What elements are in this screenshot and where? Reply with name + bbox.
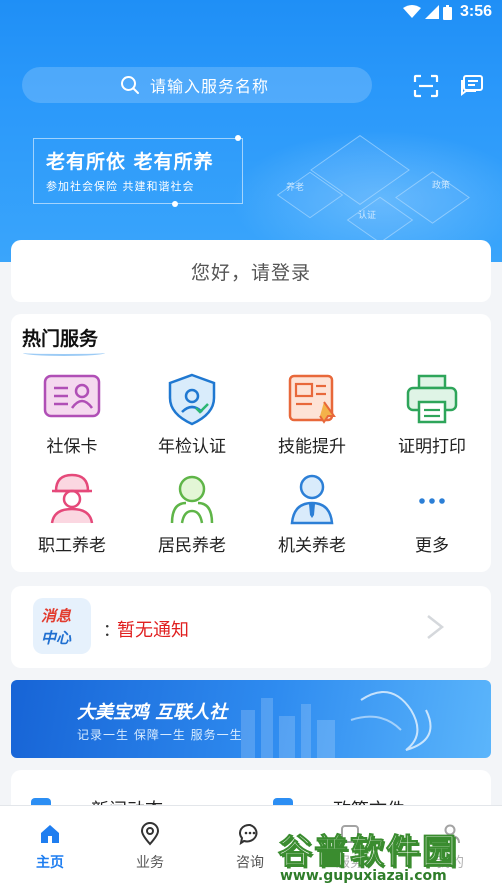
banner-dot bbox=[172, 201, 178, 207]
battery-icon bbox=[442, 4, 452, 20]
watermark-url: www.gupuxiazai.com bbox=[280, 868, 447, 884]
promo-title: 大美宝鸡 互联人社 bbox=[77, 702, 228, 723]
service-label: 社保卡 bbox=[46, 437, 98, 457]
header-background bbox=[0, 0, 502, 262]
login-prompt[interactable]: 您好，请登录 bbox=[11, 240, 491, 302]
status-bar: 3:56 bbox=[0, 0, 502, 26]
hot-services-card: 热门服务 社保卡 年检认证 技能提升 证明打印 职工养老 居民养老 机关养老 更… bbox=[11, 314, 491, 572]
nav-consult[interactable]: 咨询 bbox=[220, 822, 280, 872]
search-input[interactable]: 请输入服务名称 bbox=[22, 67, 372, 103]
badge-line1: 消息 bbox=[41, 607, 72, 625]
printer-icon bbox=[406, 374, 458, 424]
service-social-security-card[interactable]: 社保卡 bbox=[22, 372, 122, 457]
service-annual-certification[interactable]: 年检认证 bbox=[142, 372, 242, 457]
banner-label: 认证 bbox=[358, 211, 377, 221]
service-worker-pension[interactable]: 职工养老 bbox=[22, 471, 122, 556]
banner-dot bbox=[235, 135, 241, 141]
service-label: 证明打印 bbox=[398, 437, 466, 457]
service-more[interactable]: 更多 bbox=[382, 471, 482, 556]
promo-banner[interactable]: 大美宝鸡 互联人社 记录一生 保障一生 服务一生 bbox=[11, 680, 491, 758]
signal-icon bbox=[424, 5, 439, 19]
search-icon bbox=[121, 76, 139, 94]
worker-helmet-icon bbox=[50, 473, 94, 524]
nav-label: 业务 bbox=[136, 855, 164, 871]
shield-check-icon bbox=[168, 373, 216, 426]
notice-text: 暂无通知 bbox=[117, 620, 189, 641]
chat-icon bbox=[239, 823, 258, 846]
promo-subtitle: 记录一生 保障一生 服务一生 bbox=[77, 728, 243, 742]
nav-home[interactable]: 主页 bbox=[20, 822, 80, 872]
watermark-title: 谷普软件园 bbox=[278, 832, 458, 873]
section-title: 热门服务 bbox=[22, 328, 99, 350]
home-icon bbox=[41, 825, 59, 843]
more-dots-icon bbox=[419, 498, 445, 504]
location-icon bbox=[140, 822, 160, 846]
login-text: 您好，请登录 bbox=[190, 261, 311, 284]
status-time: 3:56 bbox=[459, 3, 492, 20]
banner-label: 政策 bbox=[432, 181, 451, 191]
service-label: 年检认证 bbox=[158, 437, 226, 457]
service-label: 更多 bbox=[415, 536, 449, 556]
service-label: 居民养老 bbox=[158, 536, 226, 556]
banner-title: 老有所依 老有所养 bbox=[46, 151, 214, 173]
service-resident-pension[interactable]: 居民养老 bbox=[142, 471, 242, 556]
certificate-icon bbox=[288, 374, 336, 424]
nav-label: 主页 bbox=[36, 855, 64, 871]
nav-business[interactable]: 业务 bbox=[120, 822, 180, 872]
city-skyline-decoration bbox=[241, 691, 432, 758]
scan-icon[interactable] bbox=[413, 74, 439, 98]
message-center-badge: 消息 中心 bbox=[33, 598, 91, 654]
banner-label: 养老 bbox=[286, 183, 305, 193]
banner-subtitle: 参加社会保险 共建和谐社会 bbox=[46, 180, 195, 193]
nav-label: 咨询 bbox=[236, 855, 264, 871]
service-label: 职工养老 bbox=[38, 536, 106, 556]
message-icon[interactable] bbox=[460, 74, 484, 98]
service-label: 机关养老 bbox=[278, 536, 346, 556]
site-watermark: 谷普软件园 www.gupuxiazai.com bbox=[276, 822, 502, 892]
social-security-card-icon bbox=[43, 374, 101, 418]
badge-line2: 中心 bbox=[41, 629, 72, 647]
resident-icon bbox=[170, 475, 214, 524]
message-center-card[interactable]: 消息 中心 ： 暂无通知 bbox=[11, 586, 491, 668]
service-skill-upgrade[interactable]: 技能提升 bbox=[262, 372, 362, 457]
search-placeholder: 请输入服务名称 bbox=[150, 77, 270, 96]
service-label: 技能提升 bbox=[278, 437, 346, 457]
chevron-right-icon bbox=[427, 615, 445, 639]
title-underline bbox=[23, 350, 105, 356]
service-government-pension[interactable]: 机关养老 bbox=[262, 471, 362, 556]
service-certificate-print[interactable]: 证明打印 bbox=[382, 372, 482, 457]
official-tie-icon bbox=[290, 474, 334, 525]
wifi-icon bbox=[402, 5, 421, 18]
